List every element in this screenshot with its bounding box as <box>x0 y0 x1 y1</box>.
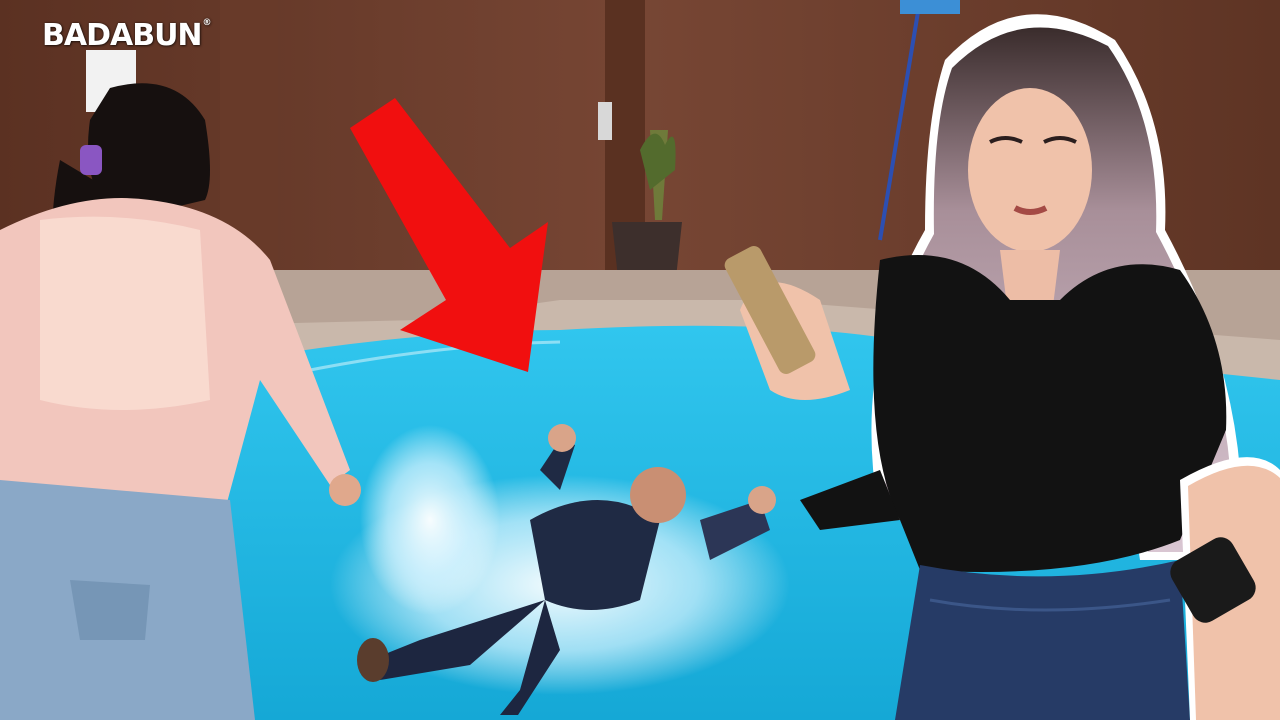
logo-text: BADABUN <box>42 18 203 53</box>
wall-light <box>598 102 612 140</box>
plant-pot <box>612 222 682 278</box>
scene-illustration <box>0 0 1280 720</box>
thumbnail: BADABUN® <box>0 0 1280 720</box>
badabun-logo: BADABUN® <box>42 18 212 53</box>
registered-mark: ® <box>202 18 212 28</box>
